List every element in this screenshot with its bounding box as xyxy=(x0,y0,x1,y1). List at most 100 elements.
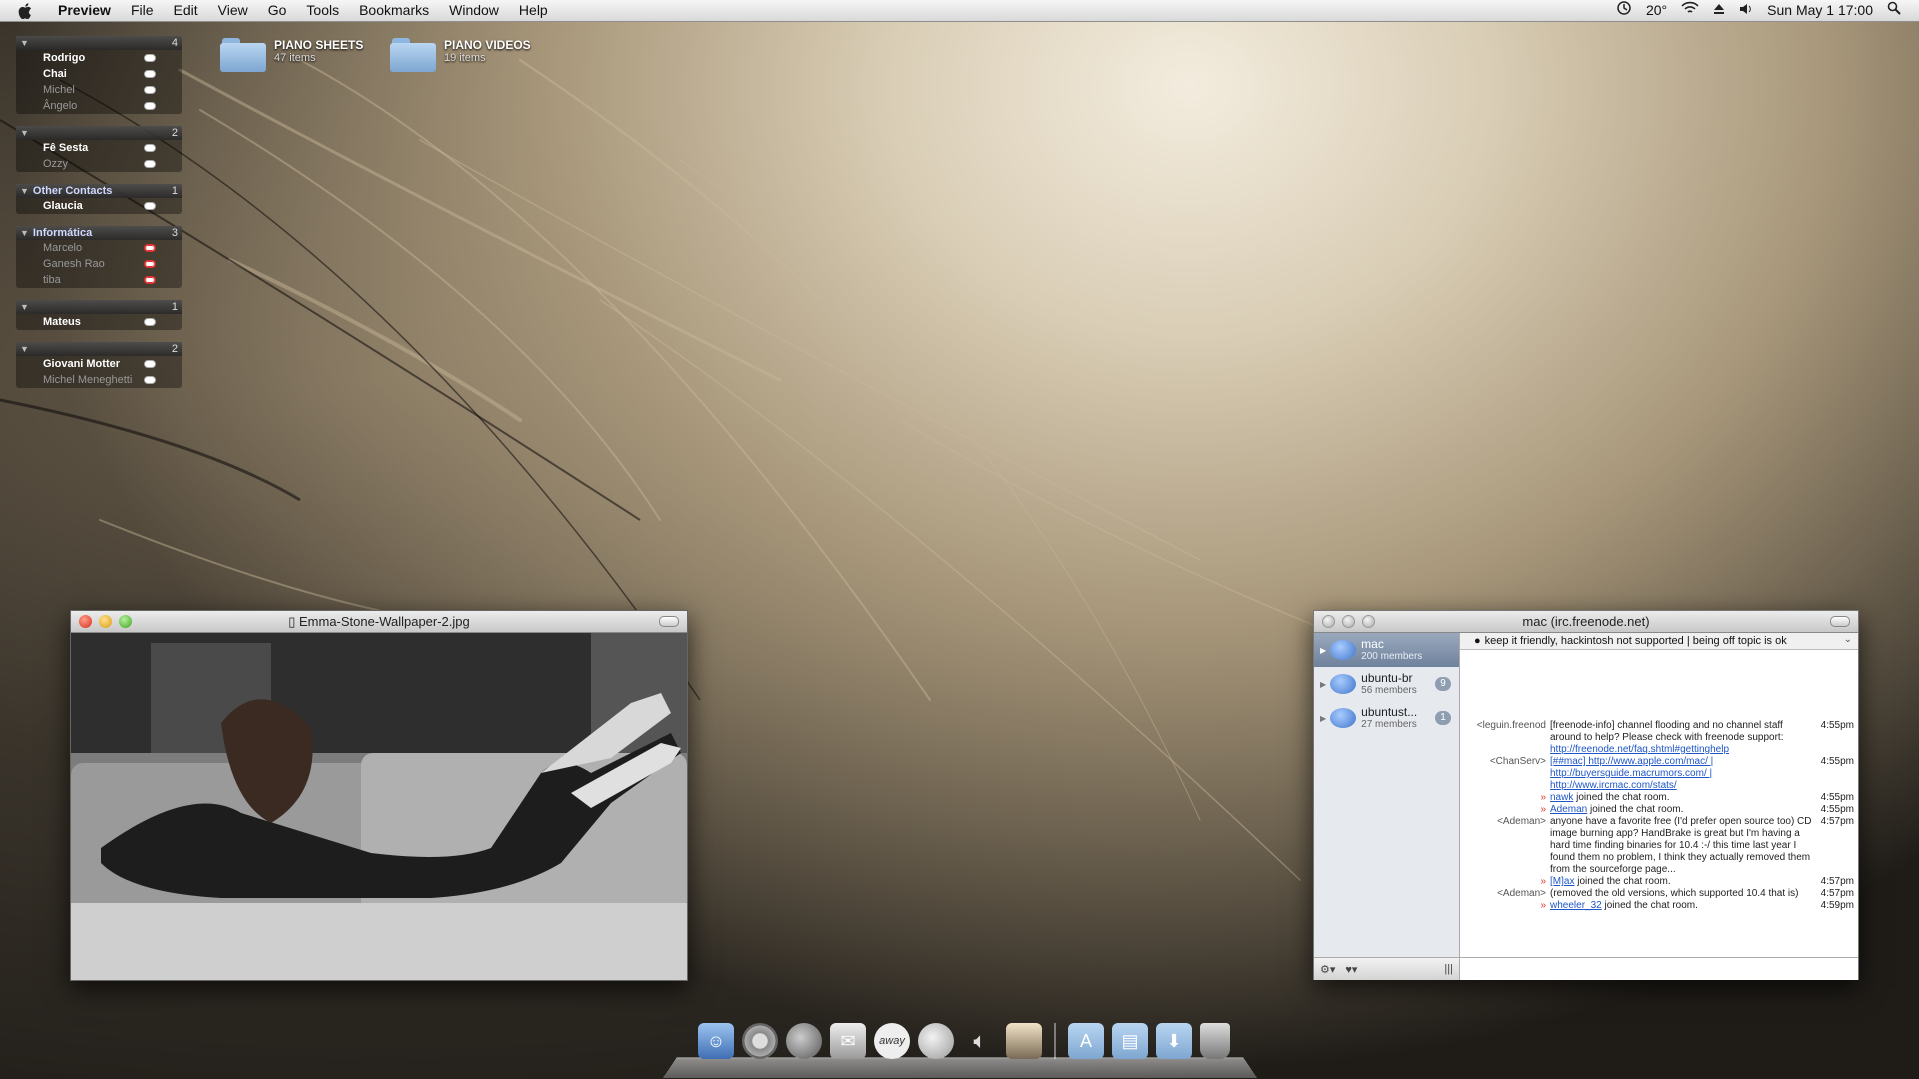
message-link[interactable]: [##mac] http://www.apple.com/mac/ | http… xyxy=(1550,756,1713,791)
buddy-row[interactable]: Ganesh Rao xyxy=(16,256,182,272)
chevron-down-icon[interactable]: ⌄ xyxy=(1844,634,1852,645)
menu-view[interactable]: View xyxy=(208,0,258,21)
buddy-group-header[interactable]: ▼ 2 xyxy=(16,126,182,140)
channel-item-ubuntu-br[interactable]: ▶ ubuntu-br 56 members 9 xyxy=(1314,667,1459,701)
gear-icon[interactable]: ⚙▾ xyxy=(1320,963,1335,976)
mail-icon[interactable]: ✉ xyxy=(830,1023,866,1059)
message-text: joined the chat room. xyxy=(1587,804,1684,815)
time-machine-icon[interactable] xyxy=(1616,0,1632,21)
menu-app-name[interactable]: Preview xyxy=(48,0,121,21)
group-count: 3 xyxy=(171,227,178,239)
channel-item-ubuntust[interactable]: ▶ ubuntust... 27 members 1 xyxy=(1314,701,1459,735)
disclosure-triangle-icon[interactable]: ▶ xyxy=(1320,646,1326,655)
channel-name: ubuntu-br xyxy=(1361,671,1413,685)
menu-help[interactable]: Help xyxy=(509,0,558,21)
buddy-row[interactable]: Chai xyxy=(16,66,182,82)
buddy-group-header[interactable]: ▼ 2 xyxy=(16,342,182,356)
photos-icon[interactable] xyxy=(1006,1023,1042,1059)
trash-icon[interactable] xyxy=(1200,1023,1230,1059)
photo-image xyxy=(71,633,687,980)
volume-icon[interactable]: 🔈︎ xyxy=(962,1023,998,1059)
menu-edit[interactable]: Edit xyxy=(164,0,208,21)
buddy-row[interactable]: Fê Sesta xyxy=(16,140,182,156)
messages-icon[interactable] xyxy=(918,1023,954,1059)
minimize-button[interactable] xyxy=(1342,615,1355,628)
resize-handle-icon[interactable]: ||| xyxy=(1444,963,1453,975)
channel-topic: ● keep it friendly, hackintosh not suppo… xyxy=(1460,633,1858,650)
user-link[interactable]: wheeler_32 xyxy=(1550,900,1602,911)
toolbar-toggle-button[interactable] xyxy=(1830,616,1850,627)
toolbar-toggle-button[interactable] xyxy=(659,616,679,627)
menu-bookmarks[interactable]: Bookmarks xyxy=(349,0,439,21)
volume-icon[interactable] xyxy=(1739,0,1753,21)
buddy-row[interactable]: Ângelo xyxy=(16,98,182,114)
apple-menu-icon[interactable] xyxy=(18,2,36,20)
buddy-group-header[interactable]: ▼ 1 xyxy=(16,300,182,314)
join-message: » nawk joined the chat room. 4:55pm xyxy=(1464,792,1854,804)
buddy-list: ▼ 4 Rodrigo Chai Michel Ângelo ▼ 2 Fê Se… xyxy=(16,36,182,400)
buddy-row[interactable]: Marcelo xyxy=(16,240,182,256)
disclosure-triangle-icon[interactable]: ▼ xyxy=(20,302,29,312)
chat-message: <Ademan> (removed the old versions, whic… xyxy=(1464,888,1854,900)
irc-titlebar[interactable]: mac (irc.freenode.net) xyxy=(1314,611,1858,633)
buddy-group-header[interactable]: ▼ 4 xyxy=(16,36,182,50)
disclosure-triangle-icon[interactable]: ▼ xyxy=(20,128,29,138)
message-time: 4:55pm xyxy=(1820,792,1854,803)
finder-icon[interactable]: ☺ xyxy=(698,1023,734,1059)
close-button[interactable] xyxy=(79,615,92,628)
preview-titlebar[interactable]: ▯ Emma-Stone-Wallpaper-2.jpg xyxy=(71,611,687,633)
user-link[interactable]: Ademan xyxy=(1550,804,1587,815)
downloads-folder-icon[interactable]: ⬇ xyxy=(1156,1023,1192,1059)
join-arrow-icon: » xyxy=(1540,900,1546,911)
wifi-icon[interactable] xyxy=(1681,0,1699,21)
buddy-group: ▼ 1 Mateus xyxy=(16,300,182,330)
close-button[interactable] xyxy=(1322,615,1335,628)
message-input[interactable] xyxy=(1460,957,1858,980)
disclosure-triangle-icon[interactable]: ▼ xyxy=(20,344,29,354)
firefox-icon[interactable] xyxy=(786,1023,822,1059)
buddy-row[interactable]: Glaucia xyxy=(16,198,182,214)
buddy-row[interactable]: Giovani Motter xyxy=(16,356,182,372)
buddy-row[interactable]: Rodrigo xyxy=(16,50,182,66)
channel-item-mac[interactable]: ▶ mac 200 members xyxy=(1314,633,1459,667)
away-chat-icon[interactable]: away xyxy=(874,1023,910,1059)
menu-go[interactable]: Go xyxy=(258,0,297,21)
buddy-row[interactable]: Mateus xyxy=(16,314,182,330)
chat-bubble-icon xyxy=(1330,708,1357,728)
disclosure-triangle-icon[interactable]: ▶ xyxy=(1320,680,1326,689)
menu-tools[interactable]: Tools xyxy=(296,0,349,21)
spotlight-search-icon[interactable] xyxy=(1887,0,1901,21)
buddy-group: ▼ Other Contacts 1 Glaucia xyxy=(16,184,182,214)
buddy-group-header[interactable]: ▼ Informática 3 xyxy=(16,226,182,240)
disclosure-triangle-icon[interactable]: ▼ xyxy=(20,228,29,238)
buddy-row[interactable]: Ozzy xyxy=(16,156,182,172)
desktop-folder-piano-videos[interactable]: PIANO VIDEOS 19 items xyxy=(390,38,531,72)
buddy-group: ▼ 2 Giovani Motter Michel Meneghetti xyxy=(16,342,182,388)
disclosure-triangle-icon[interactable]: ▼ xyxy=(20,186,29,196)
documents-folder-icon[interactable]: ▤ xyxy=(1112,1023,1148,1059)
desktop-folder-piano-sheets[interactable]: PIANO SHEETS 47 items xyxy=(220,38,363,72)
folder-name: PIANO SHEETS xyxy=(274,38,364,52)
buddy-row[interactable]: tiba xyxy=(16,272,182,288)
buddy-group-header[interactable]: ▼ Other Contacts 1 xyxy=(16,184,182,198)
heart-icon[interactable]: ♥▾ xyxy=(1345,963,1357,976)
minimize-button[interactable] xyxy=(99,615,112,628)
applications-folder-icon[interactable]: A xyxy=(1068,1023,1104,1059)
user-link[interactable]: [M]ax xyxy=(1550,876,1574,887)
temperature-readout[interactable]: 20° xyxy=(1646,0,1667,21)
sidebar-footer: ⚙▾ ♥▾ ||| xyxy=(1314,957,1459,980)
zoom-button[interactable] xyxy=(1362,615,1375,628)
menu-file[interactable]: File xyxy=(121,0,164,21)
disclosure-triangle-icon[interactable]: ▼ xyxy=(20,38,29,48)
eject-icon[interactable] xyxy=(1713,0,1725,21)
message-link[interactable]: http://freenode.net/faq.shtml#gettinghel… xyxy=(1550,744,1729,755)
clock[interactable]: Sun May 1 17:00 xyxy=(1767,0,1873,21)
chrome-icon[interactable] xyxy=(742,1023,778,1059)
user-link[interactable]: nawk xyxy=(1550,792,1573,803)
menu-window[interactable]: Window xyxy=(439,0,509,21)
message-nick: <Ademan> xyxy=(1497,816,1546,827)
disclosure-triangle-icon[interactable]: ▶ xyxy=(1320,714,1326,723)
zoom-button[interactable] xyxy=(119,615,132,628)
buddy-row[interactable]: Michel xyxy=(16,82,182,98)
buddy-row[interactable]: Michel Meneghetti xyxy=(16,372,182,388)
